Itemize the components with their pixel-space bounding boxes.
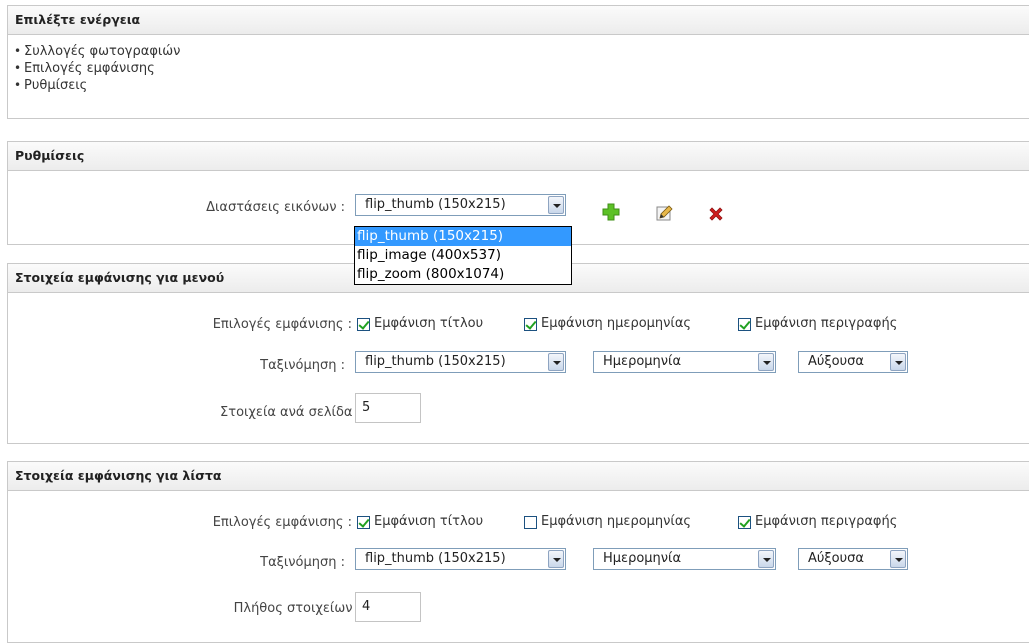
list-sort-field-value: Ημερομηνία <box>603 551 682 566</box>
chevron-down-icon[interactable] <box>758 353 774 371</box>
action-item-display-options[interactable]: Επιλογές εμφάνισης <box>14 60 1029 77</box>
chevron-down-icon[interactable] <box>548 353 564 371</box>
dimensions-row: Διαστάσεις εικόνων : <box>0 197 345 221</box>
list-sort-order-select[interactable]: Αύξουσα <box>798 548 908 570</box>
dimensions-option[interactable]: flip_zoom (800x1074) <box>355 265 571 284</box>
menu-show-description-checkbox[interactable] <box>738 318 751 331</box>
list-sort-field-select[interactable]: Ημερομηνία <box>593 548 776 570</box>
list-item-count-label: Πλήθος στοιχείων : <box>233 601 361 616</box>
list-item-count-row: Πλήθος στοιχείων : <box>0 598 361 622</box>
list-show-description-checkbox[interactable] <box>738 516 751 529</box>
list-sort-label: Ταξινόμηση : <box>260 555 345 570</box>
chevron-down-icon[interactable] <box>548 196 564 214</box>
chevron-down-icon[interactable] <box>890 353 906 371</box>
dimensions-select-value: flip_thumb (150x215) <box>365 197 506 212</box>
list-item-count-input[interactable]: 4 <box>355 592 421 622</box>
menu-items-per-page-row: Στοιχεία ανά σελίδα : <box>0 402 361 426</box>
dimensions-label: Διαστάσεις εικόνων : <box>206 200 345 215</box>
menu-show-title-label: Εμφάνιση τίτλου <box>374 316 484 331</box>
list-show-title-checkbox[interactable] <box>357 516 370 529</box>
list-display-panel-title: Στοιχεία εμφάνισης για λίστα <box>8 462 1029 491</box>
menu-show-title-checkbox[interactable] <box>357 318 370 331</box>
dimensions-option[interactable]: flip_thumb (150x215) <box>355 227 571 246</box>
menu-display-options-row: Επιλογές εμφάνισης : <box>0 314 352 338</box>
chevron-down-icon[interactable] <box>890 550 906 568</box>
menu-items-per-page-label: Στοιχεία ανά σελίδα : <box>220 405 361 420</box>
menu-show-date-label: Εμφάνιση ημερομηνίας <box>541 316 692 331</box>
menu-sort-field-select[interactable]: Ημερομηνία <box>593 351 776 373</box>
list-item-count-value: 4 <box>362 599 371 614</box>
menu-show-description-label: Εμφάνιση περιγραφής <box>755 316 898 331</box>
list-sort-order-value: Αύξουσα <box>808 551 864 566</box>
list-sort-image-select[interactable]: flip_thumb (150x215) <box>355 548 566 570</box>
actions-list: Συλλογές φωτογραφιών Επιλογές εμφάνισης … <box>8 35 1029 102</box>
list-sort-row: Ταξινόμηση : <box>0 552 345 576</box>
edit-icon[interactable] <box>654 203 674 223</box>
dimensions-option[interactable]: flip_image (400x537) <box>355 246 571 265</box>
list-display-options-label: Επιλογές εμφάνισης : <box>212 515 352 530</box>
menu-sort-order-value: Αύξουσα <box>808 354 864 369</box>
list-show-date-label: Εμφάνιση ημερομηνίας <box>541 514 692 529</box>
chevron-down-icon[interactable] <box>758 550 774 568</box>
actions-panel: Επιλέξτε ενέργεια Συλλογές φωτογραφιών Ε… <box>7 5 1029 119</box>
menu-sort-row: Ταξινόμηση : <box>0 355 345 379</box>
menu-sort-label: Ταξινόμηση : <box>260 358 345 373</box>
menu-sort-image-value: flip_thumb (150x215) <box>365 354 506 369</box>
dimensions-dropdown-list: flip_thumb (150x215) flip_image (400x537… <box>354 226 572 285</box>
list-display-options-row: Επιλογές εμφάνισης : <box>0 512 352 536</box>
settings-panel-title: Ρυθμίσεις <box>8 142 1029 171</box>
list-show-description-label: Εμφάνιση περιγραφής <box>755 514 898 529</box>
actions-panel-title: Επιλέξτε ενέργεια <box>8 6 1029 35</box>
dimensions-select[interactable]: flip_thumb (150x215) <box>355 194 566 216</box>
plus-icon[interactable] <box>601 202 621 222</box>
delete-icon[interactable] <box>706 204 726 224</box>
list-sort-image-value: flip_thumb (150x215) <box>365 551 506 566</box>
menu-sort-field-value: Ημερομηνία <box>603 354 682 369</box>
menu-items-per-page-value: 5 <box>362 400 371 415</box>
list-show-date-checkbox[interactable] <box>524 516 537 529</box>
menu-show-date-checkbox[interactable] <box>524 318 537 331</box>
action-item-settings[interactable]: Ρυθμίσεις <box>14 77 1029 94</box>
menu-items-per-page-input[interactable]: 5 <box>355 393 421 423</box>
list-show-title-label: Εμφάνιση τίτλου <box>374 514 484 529</box>
menu-display-options-label: Επιλογές εμφάνισης : <box>212 317 352 332</box>
action-item-photo-collections[interactable]: Συλλογές φωτογραφιών <box>14 43 1029 60</box>
menu-sort-image-select[interactable]: flip_thumb (150x215) <box>355 351 566 373</box>
menu-sort-order-select[interactable]: Αύξουσα <box>798 351 908 373</box>
chevron-down-icon[interactable] <box>548 550 564 568</box>
